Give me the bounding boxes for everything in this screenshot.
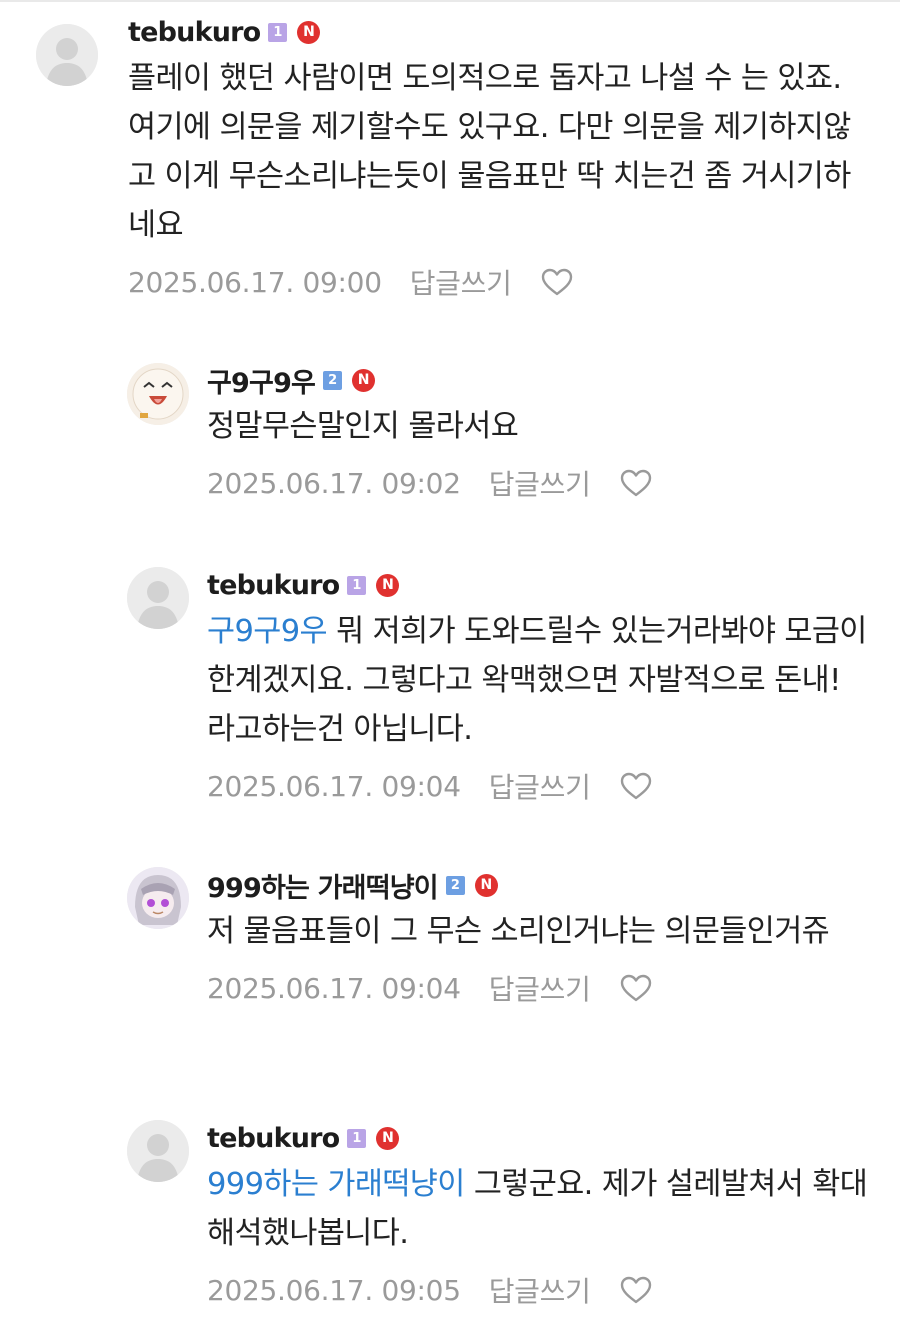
default-profile-icon — [127, 567, 189, 629]
comment-author[interactable]: tebukuro — [207, 1123, 340, 1154]
comment-date: 2025.06.17. 09:04 — [207, 971, 461, 1005]
avatar[interactable] — [127, 1120, 189, 1182]
member-level-badge: 1 — [268, 22, 288, 42]
comment-text: 플레이 했던 사람이면 도의적으로 돕자고 나설 수 는 있죠. 여기에 의문을… — [128, 61, 851, 243]
default-profile-icon — [36, 24, 98, 86]
face-avatar-icon — [127, 363, 189, 425]
default-profile-icon — [127, 1120, 189, 1182]
member-level-badge: 2 — [323, 370, 343, 390]
heart-outline-icon[interactable] — [540, 267, 574, 297]
comment-text: 999하는 가래떡냥이 그렇군요. 제가 설레발쳐서 확대해석했나봅니다. — [207, 1160, 870, 1258]
new-badge: N — [474, 873, 498, 897]
avatar[interactable] — [127, 363, 189, 425]
new-badge: N — [376, 1126, 400, 1150]
comment-date: 2025.06.17. 09:02 — [207, 466, 461, 500]
heart-outline-icon[interactable] — [619, 468, 653, 498]
heart-outline-icon[interactable] — [619, 973, 653, 1003]
new-badge: N — [376, 573, 400, 597]
comment-date: 2025.06.17. 09:00 — [128, 265, 382, 299]
comment-date: 2025.06.17. 09:04 — [207, 769, 461, 803]
comment-author[interactable]: tebukuro — [207, 570, 340, 601]
member-level-badge: 1 — [347, 575, 367, 595]
new-badge: N — [297, 20, 321, 44]
new-badge: N — [352, 368, 376, 392]
comment-text: 정말무슨말인지 몰라서요 — [207, 409, 519, 444]
heart-outline-icon[interactable] — [619, 771, 653, 801]
anime-avatar-icon — [127, 867, 189, 929]
avatar[interactable] — [127, 867, 189, 929]
reply-button[interactable]: 답글쓰기 — [489, 766, 591, 806]
member-level-badge: 2 — [445, 875, 465, 895]
reply-button[interactable]: 답글쓰기 — [489, 463, 591, 503]
comment-text: 구9구9우 뭐 저희가 도와드릴수 있는거라봐야 모금이 한계겠지요. 그렇다고… — [207, 607, 870, 754]
comment-author[interactable]: 구9구9우 — [207, 361, 316, 400]
comment-author[interactable]: 999하는 가래떡냥이 — [207, 866, 439, 905]
reply-button[interactable]: 답글쓰기 — [489, 968, 591, 1008]
reply-button[interactable]: 답글쓰기 — [410, 262, 512, 302]
comment-text: 저 물음표들이 그 무슨 소리인거냐는 의문들인거쥬 — [207, 914, 830, 949]
avatar[interactable] — [36, 24, 98, 86]
avatar[interactable] — [127, 567, 189, 629]
mention-link[interactable]: 구9구9우 — [207, 614, 328, 649]
member-level-badge: 1 — [347, 1128, 367, 1148]
heart-outline-icon[interactable] — [619, 1275, 653, 1305]
mention-link[interactable]: 999하는 가래떡냥이 — [207, 1167, 465, 1202]
comment-author[interactable]: tebukuro — [128, 17, 261, 48]
top-divider — [0, 0, 900, 2]
reply-button[interactable]: 답글쓰기 — [489, 1270, 591, 1310]
comment-date: 2025.06.17. 09:05 — [207, 1273, 461, 1307]
